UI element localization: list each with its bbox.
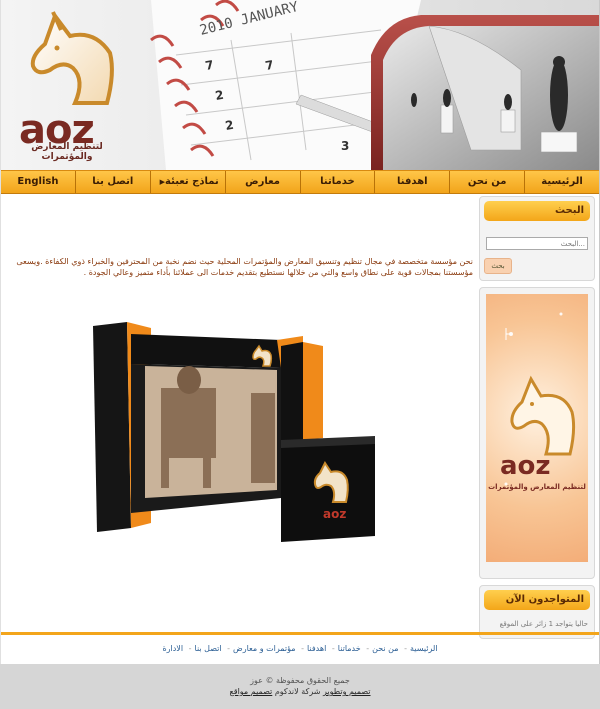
ad-logo-icon: aoz لتنظيم المعارض والمؤتمرات (488, 312, 586, 491)
logo-subtitle: لتنظيم المعارض والمؤتمرات (31, 142, 103, 162)
main-nav: الرئيسية من نحن اهدفنا خدماتنا معارض نما… (1, 170, 599, 194)
booth-wordmark: aoz (323, 507, 346, 521)
search-title: البحث (484, 201, 590, 221)
ad-logo-panel: aoz لتنظيم المعارض والمؤتمرات (486, 294, 588, 562)
horse-logo-icon (30, 11, 114, 105)
sidebar: البحث بحث aoz لتنظيم المعارض والمؤتمرات (479, 196, 595, 645)
footer-link-home[interactable]: الرئيسية (410, 644, 438, 653)
ad-subtitle: لتنظيم المعارض والمؤتمرات (488, 483, 586, 491)
intro-paragraph: نحن مؤسسة متخصصة في مجال تنظيم وتنسيق ال… (16, 257, 473, 277)
footer-divider (1, 632, 599, 635)
nav-goals[interactable]: اهدفنا (374, 171, 449, 193)
nav-services[interactable]: خدماتنا (299, 171, 375, 193)
nav-contact[interactable]: اتصل بنا (74, 171, 150, 193)
footer-nav: الرئيسية- من نحن- خدماتنا- اهدفنا- مؤتمر… (162, 644, 438, 653)
search-input[interactable] (486, 237, 588, 250)
search-box: البحث بحث (479, 196, 595, 281)
online-title: المتواجدون الآن (484, 590, 590, 610)
online-box: المتواجدون الآن حاليا يتواجد 1 زائر على … (479, 585, 595, 639)
ad-banner: aoz لتنظيم المعارض والمؤتمرات (479, 287, 595, 579)
copyright-text: جميع الحقوق محفوظة © عوز (250, 676, 350, 685)
credits-web-design-link[interactable]: تصميم مواقع (229, 687, 272, 696)
exhibition-booth-image: aoz (91, 318, 383, 550)
footer-link-exhibitions[interactable]: مؤتمرات و معارض (233, 644, 296, 653)
nav-english[interactable]: English (1, 171, 75, 193)
credits-line: تصميم وتطوير شركة لاندكوم تصميم مواقع (0, 687, 600, 696)
footer-link-admin[interactable]: الادارة (162, 644, 183, 653)
nav-home[interactable]: الرئيسية (524, 171, 599, 193)
footer-link-services[interactable]: خدماتنا (338, 644, 361, 653)
footer-link-about[interactable]: من نحن (372, 644, 398, 653)
credits-design-link[interactable]: تصميم وتطوير (323, 687, 371, 696)
search-button[interactable]: بحث (484, 258, 512, 274)
header-banner: 2010 JANUARY 7 2 2 7 3 aoz لتنظيم المعار… (1, 0, 599, 170)
ad-wordmark: aoz (500, 451, 551, 481)
footer-link-goals[interactable]: اهدفنا (307, 644, 326, 653)
nav-exhibitions[interactable]: معارض (224, 171, 300, 193)
footer-link-contact[interactable]: اتصل بنا (195, 644, 222, 653)
page: 2010 JANUARY 7 2 2 7 3 aoz لتنظيم المعار… (0, 0, 600, 664)
svg-text:3: 3 (341, 139, 349, 153)
nav-about[interactable]: من نحن (449, 171, 524, 193)
nav-forms[interactable]: نماذج تعبئة▶ (149, 171, 225, 193)
credits-company: شركة لاندكوم (274, 687, 321, 696)
